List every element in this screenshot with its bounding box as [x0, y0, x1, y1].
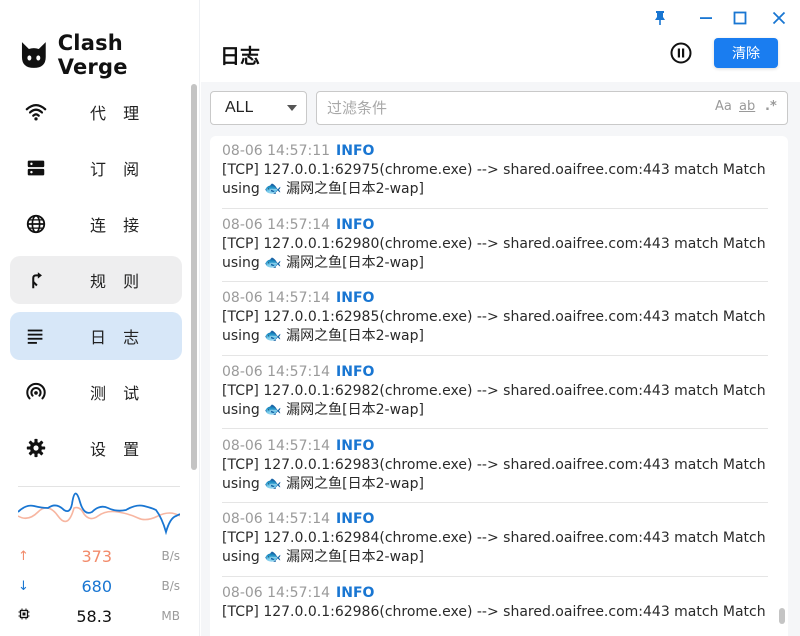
sidebar-item-label: 代 理 [90, 104, 146, 123]
log-time: 08-06 14:57:14 [222, 585, 331, 601]
close-window-button[interactable] [767, 6, 791, 30]
regex-toggle[interactable]: .* [765, 99, 777, 114]
wifi-icon [24, 100, 48, 124]
minimize-window-button[interactable] [694, 6, 718, 30]
log-time: 08-06 14:57:14 [222, 438, 331, 454]
sidebar-item-rules[interactable]: 规 则 [10, 256, 182, 304]
traffic-graph [18, 492, 180, 536]
memory-usage: 58.3 [76, 606, 112, 626]
log-item: 08-06 14:57:11 INFO [TCP] 127.0.0.1:62975… [222, 142, 768, 209]
log-time: 08-06 14:57:14 [222, 217, 331, 233]
filter-box: Aa ab .* [316, 91, 788, 125]
log-message-cont: using 🐟 漏网之鱼[日本2-wap] [222, 402, 424, 418]
sidebar-item-proxy[interactable]: 代 理 [10, 88, 182, 136]
sidebar-item-label: 订 阅 [90, 160, 146, 179]
log-time: 08-06 14:57:14 [222, 511, 331, 527]
log-message-cont: using 🐟 漏网之鱼[日本2-wap] [222, 181, 424, 197]
log-item: 08-06 14:57:14 INFO [TCP] 127.0.0.1:62980… [222, 216, 768, 282]
radar-icon [24, 380, 48, 404]
app-name: Clash Verge [57, 31, 128, 79]
log-item: 08-06 14:57:14 INFO [TCP] 127.0.0.1:62983… [222, 437, 768, 503]
pause-circle-icon [670, 42, 692, 64]
log-message: [TCP] 127.0.0.1:62985(chrome.exe) --> sh… [222, 309, 766, 325]
log-level: INFO [336, 364, 375, 380]
log-lines-icon [24, 324, 48, 348]
log-level: INFO [336, 438, 375, 454]
download-speed: 680 [81, 576, 112, 596]
brand: Clash Verge [18, 31, 199, 79]
pause-logs-button[interactable] [668, 40, 694, 66]
log-level: INFO [336, 217, 375, 233]
sidebar-nav: 代 理 订 阅 连 接 规 则 日 志 测 试 设 置 [10, 88, 182, 480]
sidebar: Clash Verge 代 理 订 阅 连 接 规 则 日 志 测 试 设 置 … [0, 0, 200, 636]
download-unit: B/s [161, 579, 180, 593]
log-level-select[interactable]: ALL [210, 91, 307, 125]
cat-logo-icon [21, 42, 46, 68]
memory-stat: 58.3 MB [18, 605, 180, 627]
clear-logs-button[interactable]: 清除 [714, 38, 778, 68]
log-time: 08-06 14:57:14 [222, 364, 331, 380]
maximize-icon [733, 11, 747, 25]
log-level: INFO [336, 143, 375, 159]
log-item: 08-06 14:57:14 INFO [TCP] 127.0.0.1:62985… [222, 289, 768, 356]
log-message: [TCP] 127.0.0.1:62986(chrome.exe) --> sh… [222, 604, 766, 620]
log-item: 08-06 14:57:14 INFO [TCP] 127.0.0.1:62982… [222, 363, 768, 429]
sidebar-item-label: 连 接 [90, 216, 146, 235]
pin-icon [655, 11, 665, 25]
memory-chip-icon [18, 608, 38, 624]
filter-input[interactable] [327, 96, 707, 120]
log-message: [TCP] 127.0.0.1:62983(chrome.exe) --> sh… [222, 457, 766, 473]
sidebar-item-settings[interactable]: 设 置 [10, 424, 182, 472]
log-level-value: ALL [225, 99, 254, 116]
upload-unit: B/s [161, 549, 180, 563]
log-message: [TCP] 127.0.0.1:62980(chrome.exe) --> sh… [222, 236, 766, 252]
log-list: 08-06 14:57:11 INFO [TCP] 127.0.0.1:62975… [210, 136, 788, 636]
minimize-icon [700, 17, 712, 19]
upload-speed: 373 [81, 546, 112, 566]
gear-icon [24, 436, 48, 460]
memory-unit: MB [161, 609, 180, 623]
globe-icon [24, 212, 48, 236]
sidebar-item-logs[interactable]: 日 志 [10, 312, 182, 360]
sidebar-scrollbar[interactable] [191, 84, 197, 470]
log-message: [TCP] 127.0.0.1:62982(chrome.exe) --> sh… [222, 383, 766, 399]
log-message: [TCP] 127.0.0.1:62975(chrome.exe) --> sh… [222, 162, 766, 178]
dns-icon [24, 156, 48, 180]
sidebar-item-label: 规 则 [90, 272, 146, 291]
whole-word-toggle[interactable]: ab [739, 99, 755, 114]
log-time: 08-06 14:57:14 [222, 290, 331, 306]
chevron-down-icon [287, 105, 297, 111]
log-level: INFO [336, 511, 375, 527]
download-stat: ↓ 680 B/s [18, 575, 180, 597]
match-case-toggle[interactable]: Aa [715, 99, 732, 114]
log-message-cont: using 🐟 漏网之鱼[日本2-wap] [222, 328, 424, 344]
sidebar-item-connections[interactable]: 连 接 [10, 200, 182, 248]
maximize-window-button[interactable] [728, 6, 752, 30]
close-icon [772, 11, 786, 25]
sidebar-item-label: 设 置 [90, 440, 146, 459]
sidebar-item-label: 日 志 [90, 328, 146, 347]
page-title: 日志 [220, 44, 260, 68]
sidebar-item-label: 测 试 [90, 384, 146, 403]
log-item: 08-06 14:57:14 INFO [TCP] 127.0.0.1:62986… [222, 584, 768, 636]
upload-stat: ↑ 373 B/s [18, 545, 180, 567]
log-message: [TCP] 127.0.0.1:62984(chrome.exe) --> sh… [222, 530, 766, 546]
log-scrollbar[interactable] [779, 608, 785, 624]
fork-arrow-icon [24, 268, 48, 292]
log-message-cont: using 🐟 漏网之鱼[日本2-wap] [222, 255, 424, 271]
sidebar-item-profiles[interactable]: 订 阅 [10, 144, 182, 192]
log-message-cont: using 🐟 漏网之鱼[日本2-wap] [222, 476, 424, 492]
log-time: 08-06 14:57:11 [222, 143, 331, 159]
sidebar-item-test[interactable]: 测 试 [10, 368, 182, 416]
download-arrow-icon: ↓ [18, 578, 29, 594]
log-message-cont: using 🐟 漏网之鱼[日本2-wap] [222, 549, 424, 565]
log-item: 08-06 14:57:14 INFO [TCP] 127.0.0.1:62984… [222, 510, 768, 577]
upload-arrow-icon: ↑ [18, 548, 29, 564]
log-level: INFO [336, 585, 375, 601]
log-level: INFO [336, 290, 375, 306]
pin-window-button[interactable] [648, 6, 672, 30]
